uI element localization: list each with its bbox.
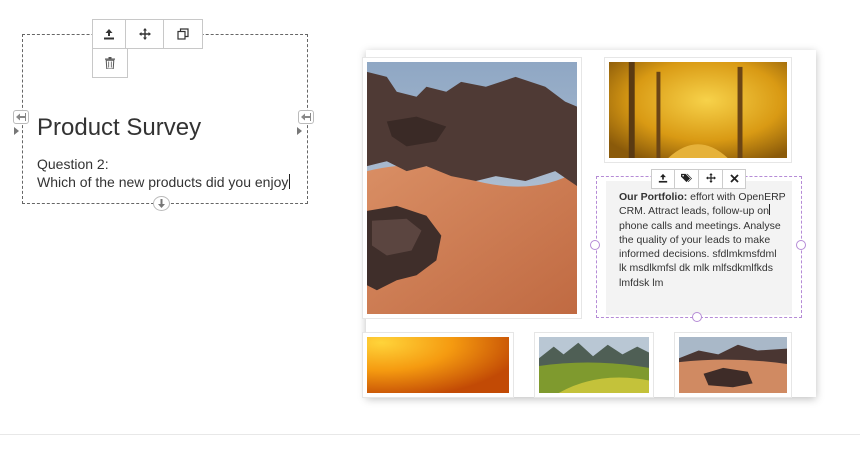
question-label: Question 2: <box>37 156 109 172</box>
orange-gradient-photo[interactable] <box>362 332 514 398</box>
valley-landscape-photo[interactable] <box>534 332 654 398</box>
survey-title[interactable]: Product Survey <box>37 114 201 142</box>
desert-rocks-photo[interactable] <box>362 57 582 319</box>
expand-right-arrow-icon <box>297 127 302 135</box>
portfolio-body-end: phone calls and meetings. Analyse the qu… <box>619 219 781 289</box>
desert-small-photo[interactable] <box>674 332 792 398</box>
page-divider <box>0 434 860 435</box>
survey-snippet[interactable]: Product Survey Question 2: Which of the … <box>22 34 308 204</box>
tags-button[interactable] <box>674 169 699 189</box>
text-move-button[interactable] <box>698 169 723 189</box>
move-button[interactable] <box>125 19 164 49</box>
question-text: Which of the new products did you enjoy <box>37 174 289 190</box>
resize-handle-right[interactable] <box>298 110 314 124</box>
text-resize-handle-left[interactable] <box>590 240 600 250</box>
upload-icon <box>658 170 668 188</box>
autumn-forest-photo[interactable] <box>604 57 792 163</box>
text-upload-button[interactable] <box>651 169 675 189</box>
close-icon <box>729 170 739 188</box>
survey-question[interactable]: Question 2: Which of the new products di… <box>37 155 291 191</box>
text-close-button[interactable] <box>722 169 746 189</box>
delete-button[interactable] <box>92 48 128 78</box>
portfolio-heading: Our Portfolio: <box>619 191 688 203</box>
move-icon <box>705 170 716 188</box>
text-caret <box>768 204 770 216</box>
arrow-down-icon <box>157 195 166 213</box>
text-resize-handle-bottom[interactable] <box>692 312 702 322</box>
expand-left-arrow-icon <box>14 127 19 135</box>
tags-icon <box>681 170 692 188</box>
resize-handle-bottom[interactable] <box>153 196 170 211</box>
trash-icon <box>105 57 115 69</box>
arrow-left-icon <box>16 108 26 126</box>
portfolio-text[interactable]: Our Portfolio: effort with OpenERP CRM. … <box>619 190 787 290</box>
upload-button[interactable] <box>92 19 126 49</box>
clone-icon <box>177 28 189 40</box>
upload-icon <box>103 28 115 40</box>
text-caret <box>289 174 291 189</box>
arrow-left-icon <box>301 108 311 126</box>
clone-button[interactable] <box>163 19 203 49</box>
move-icon <box>138 28 151 40</box>
resize-handle-left[interactable] <box>13 110 29 124</box>
text-resize-handle-right[interactable] <box>796 240 806 250</box>
